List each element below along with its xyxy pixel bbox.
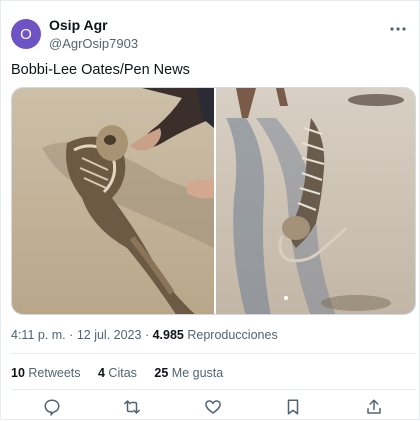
- retweet-icon[interactable]: [123, 398, 143, 418]
- views-count: 4.985: [152, 328, 184, 342]
- avatar[interactable]: O: [11, 19, 41, 49]
- more-icon[interactable]: [389, 19, 407, 37]
- retweets-count: 10: [11, 366, 25, 380]
- like-icon[interactable]: [204, 398, 224, 418]
- tweet-date[interactable]: 12 jul. 2023: [77, 328, 142, 342]
- divider: [11, 389, 416, 390]
- tweet-card: O Osip Agr @AgrOsip7903 Bobbi-Lee Oates/…: [0, 0, 420, 420]
- display-name[interactable]: Osip Agr: [49, 17, 108, 33]
- tweet-text: Bobbi-Lee Oates/Pen News: [11, 62, 190, 78]
- meta-separator: ·: [69, 328, 74, 342]
- tweet-media[interactable]: [11, 87, 416, 315]
- left-photo: [12, 88, 214, 314]
- tweet-stats: 10 Retweets 4 Citas 25 Me gusta: [11, 366, 237, 380]
- retweets-stat[interactable]: 10 Retweets: [11, 366, 84, 380]
- quotes-stat[interactable]: 4 Citas: [98, 366, 140, 380]
- retweets-label: Retweets: [28, 366, 81, 380]
- quotes-label: Citas: [108, 366, 137, 380]
- user-handle[interactable]: @AgrOsip7903: [49, 36, 138, 51]
- likes-count: 25: [154, 366, 169, 380]
- quotes-count: 4: [97, 366, 105, 380]
- share-icon[interactable]: [365, 398, 385, 418]
- likes-stat[interactable]: 25 Me gusta: [154, 366, 223, 380]
- divider: [11, 353, 416, 354]
- tweet-meta: 4:11 p. m. · 12 jul. 2023 · 4.985 Reprod…: [11, 328, 278, 342]
- tweet-time[interactable]: 4:11 p. m.: [11, 328, 66, 342]
- bookmark-icon[interactable]: [284, 398, 304, 418]
- meta-separator: ·: [144, 328, 150, 342]
- views-label: Reproducciones: [187, 328, 278, 342]
- reply-icon[interactable]: [43, 398, 63, 418]
- tweet-header: O Osip Agr @AgrOsip7903: [11, 11, 411, 51]
- likes-label: Me gusta: [171, 366, 224, 380]
- tweet-actions: [1, 396, 420, 420]
- right-photo: [216, 88, 415, 314]
